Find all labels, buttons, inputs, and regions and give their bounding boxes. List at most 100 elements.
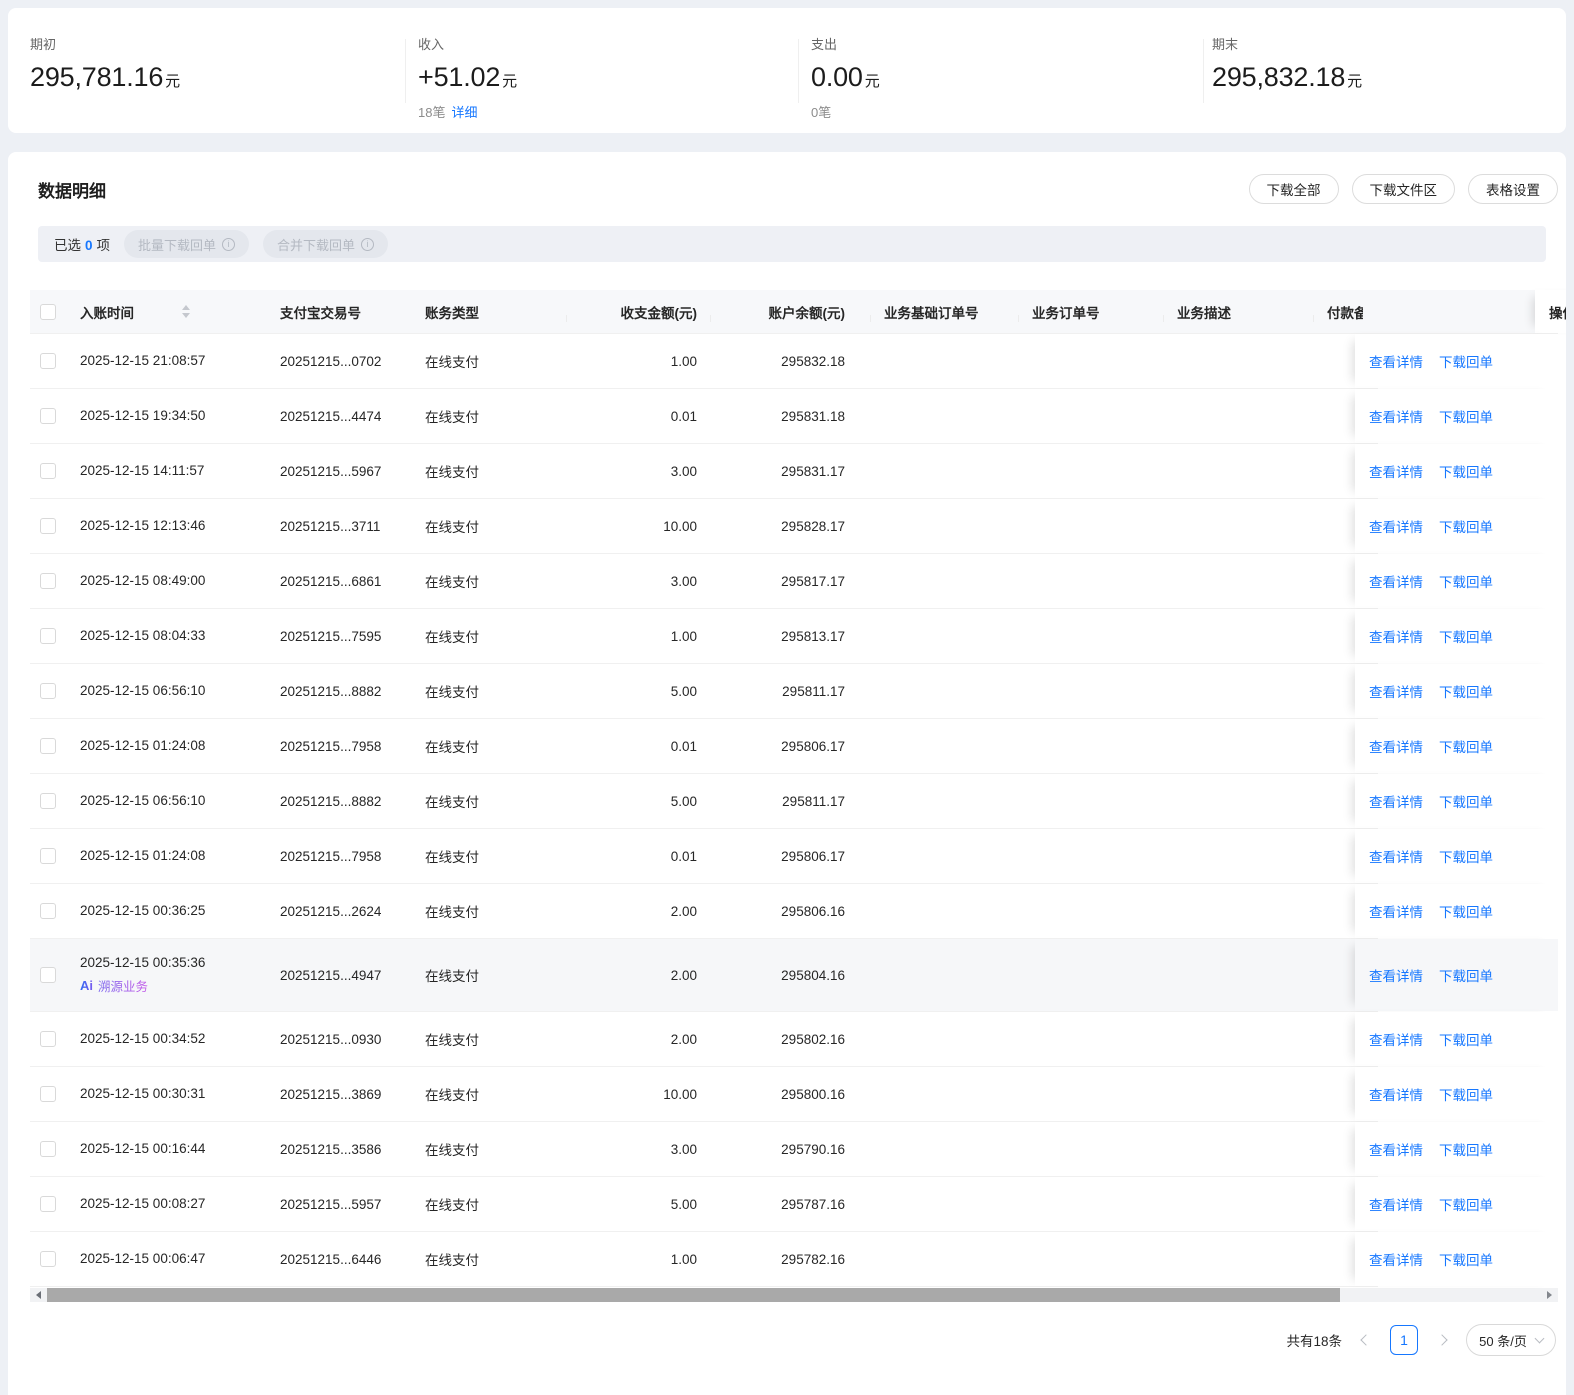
cell-account-type: 在线支付 (425, 1198, 479, 1213)
entry-time: 2025-12-15 06:56:10 (80, 682, 206, 698)
scrollbar-track[interactable] (1340, 1288, 1541, 1302)
cell-account-type: 在线支付 (425, 1088, 479, 1103)
row-checkbox[interactable] (40, 408, 56, 424)
view-detail-link[interactable]: 查看详情 (1369, 1194, 1423, 1214)
cell-transaction-id: 20251215...7958 (280, 738, 382, 754)
entry-time-wrap: 2025-12-15 06:56:10 (80, 683, 205, 699)
row-checkbox[interactable] (40, 683, 56, 699)
download-receipt-link[interactable]: 下载回单 (1439, 1194, 1493, 1214)
summary-label: 期初 (30, 37, 57, 52)
entry-time-wrap: 2025-12-15 06:56:10 (80, 793, 205, 809)
entry-time-wrap: 2025-12-15 19:34:50 (80, 408, 205, 424)
scroll-left-button[interactable] (30, 1288, 47, 1302)
scrollbar-thumb[interactable] (47, 1288, 1340, 1302)
view-detail-link[interactable]: 查看详情 (1369, 1084, 1423, 1104)
batch-download-button[interactable]: 批量下载回单 i (124, 230, 250, 258)
row-checkbox[interactable] (40, 1141, 56, 1157)
download-receipt-link[interactable]: 下载回单 (1439, 791, 1493, 811)
entry-time: 2025-12-15 08:49:00 (80, 572, 206, 588)
download-receipt-link[interactable]: 下载回单 (1439, 516, 1493, 536)
view-detail-link[interactable]: 查看详情 (1369, 965, 1423, 985)
view-detail-link[interactable]: 查看详情 (1369, 516, 1423, 536)
row-checkbox[interactable] (40, 967, 56, 983)
row-checkbox[interactable] (40, 518, 56, 534)
header-description: 业务描述 (1163, 302, 1313, 322)
row-checkbox[interactable] (40, 903, 56, 919)
row-actions: 查看详情 下载回单 (1355, 719, 1558, 773)
cell-balance: 295817.17 (781, 573, 845, 589)
view-detail-link[interactable]: 查看详情 (1369, 681, 1423, 701)
download-receipt-link[interactable]: 下载回单 (1439, 571, 1493, 591)
download-zone-button[interactable]: 下载文件区 (1351, 174, 1455, 204)
view-detail-link[interactable]: 查看详情 (1369, 846, 1423, 866)
total-count: 共有18条 (1286, 1334, 1342, 1349)
download-receipt-link[interactable]: 下载回单 (1439, 406, 1493, 426)
table-row: 2025-12-15 06:56:10 20251215...8882 在线支付 5.… (30, 774, 1558, 829)
select-all-checkbox[interactable] (40, 303, 56, 320)
download-receipt-link[interactable]: 下载回单 (1439, 736, 1493, 756)
row-checkbox[interactable] (40, 793, 56, 809)
table-settings-button[interactable]: 表格设置 (1468, 174, 1558, 204)
view-detail-link[interactable]: 查看详情 (1369, 1249, 1423, 1269)
row-checkbox[interactable] (40, 1031, 56, 1047)
download-receipt-link[interactable]: 下载回单 (1439, 351, 1493, 371)
view-detail-link[interactable]: 查看详情 (1369, 626, 1423, 646)
row-checkbox[interactable] (40, 1196, 56, 1212)
row-checkbox[interactable] (40, 628, 56, 644)
header-checkbox-cell (30, 303, 80, 320)
view-detail-link[interactable]: 查看详情 (1369, 1139, 1423, 1159)
info-glyph: i (227, 238, 230, 249)
cell-account-type: 在线支付 (425, 685, 479, 700)
download-all-button[interactable]: 下载全部 (1248, 174, 1339, 204)
row-actions: 查看详情 下载回单 (1355, 1177, 1558, 1231)
view-detail-link[interactable]: 查看详情 (1369, 791, 1423, 811)
view-detail-link[interactable]: 查看详情 (1369, 351, 1423, 371)
download-receipt-link[interactable]: 下载回单 (1439, 1084, 1493, 1104)
sort-icon[interactable] (182, 305, 190, 318)
summary-amount: 295,832.18 (1212, 62, 1346, 92)
merge-download-button[interactable]: 合并下载回单 i (263, 230, 389, 258)
download-receipt-link[interactable]: 下载回单 (1439, 461, 1493, 481)
traceability-badge: Ai 溯源业务 (80, 976, 205, 995)
cell-transaction-id: 20251215...7595 (280, 628, 382, 644)
download-receipt-link[interactable]: 下载回单 (1439, 626, 1493, 646)
row-checkbox[interactable] (40, 738, 56, 754)
download-receipt-link[interactable]: 下载回单 (1439, 901, 1493, 921)
view-detail-link[interactable]: 查看详情 (1369, 571, 1423, 591)
view-detail-link[interactable]: 查看详情 (1369, 901, 1423, 921)
cell-transaction-id: 20251215...6446 (280, 1251, 382, 1267)
row-checkbox-cell (30, 1086, 80, 1102)
view-detail-link[interactable]: 查看详情 (1369, 736, 1423, 756)
view-detail-link[interactable]: 查看详情 (1369, 406, 1423, 426)
view-detail-link[interactable]: 查看详情 (1369, 461, 1423, 481)
page-number[interactable]: 1 (1390, 1325, 1418, 1355)
view-detail-link[interactable]: 查看详情 (1369, 1029, 1423, 1049)
entry-time-wrap: 2025-12-15 00:16:44 (80, 1141, 205, 1157)
row-checkbox[interactable] (40, 353, 56, 369)
row-actions: 查看详情 下载回单 (1355, 829, 1558, 883)
currency-unit: 元 (864, 73, 880, 90)
data-detail-card: 数据明细 下载全部 下载文件区 表格设置 已选 0 项 批量下载回单 i 合并下载回单… (8, 152, 1566, 1395)
row-actions: 查看详情 下载回单 (1355, 1122, 1558, 1176)
page-size-select[interactable]: 50 条/页 (1466, 1324, 1556, 1356)
row-checkbox-cell (30, 353, 80, 369)
next-page-icon[interactable] (1436, 1334, 1448, 1346)
income-detail-link[interactable]: 详细 (451, 105, 477, 120)
download-receipt-link[interactable]: 下载回单 (1439, 681, 1493, 701)
row-checkbox[interactable] (40, 573, 56, 589)
download-receipt-link[interactable]: 下载回单 (1439, 846, 1493, 866)
row-checkbox-cell (30, 967, 80, 983)
download-receipt-link[interactable]: 下载回单 (1439, 1249, 1493, 1269)
row-checkbox[interactable] (40, 848, 56, 864)
table-row: 2025-12-15 12:13:46 20251215...3711 在线支付 10… (30, 499, 1558, 554)
download-receipt-link[interactable]: 下载回单 (1439, 965, 1493, 985)
row-actions: 查看详情 下载回单 (1355, 939, 1558, 1011)
row-checkbox[interactable] (40, 1251, 56, 1267)
scroll-right-button[interactable] (1541, 1288, 1558, 1302)
cell-balance: 295802.16 (781, 1031, 845, 1047)
row-checkbox[interactable] (40, 463, 56, 479)
prev-page-icon[interactable] (1360, 1334, 1372, 1346)
download-receipt-link[interactable]: 下载回单 (1439, 1139, 1493, 1159)
download-receipt-link[interactable]: 下载回单 (1439, 1029, 1493, 1049)
row-checkbox[interactable] (40, 1086, 56, 1102)
